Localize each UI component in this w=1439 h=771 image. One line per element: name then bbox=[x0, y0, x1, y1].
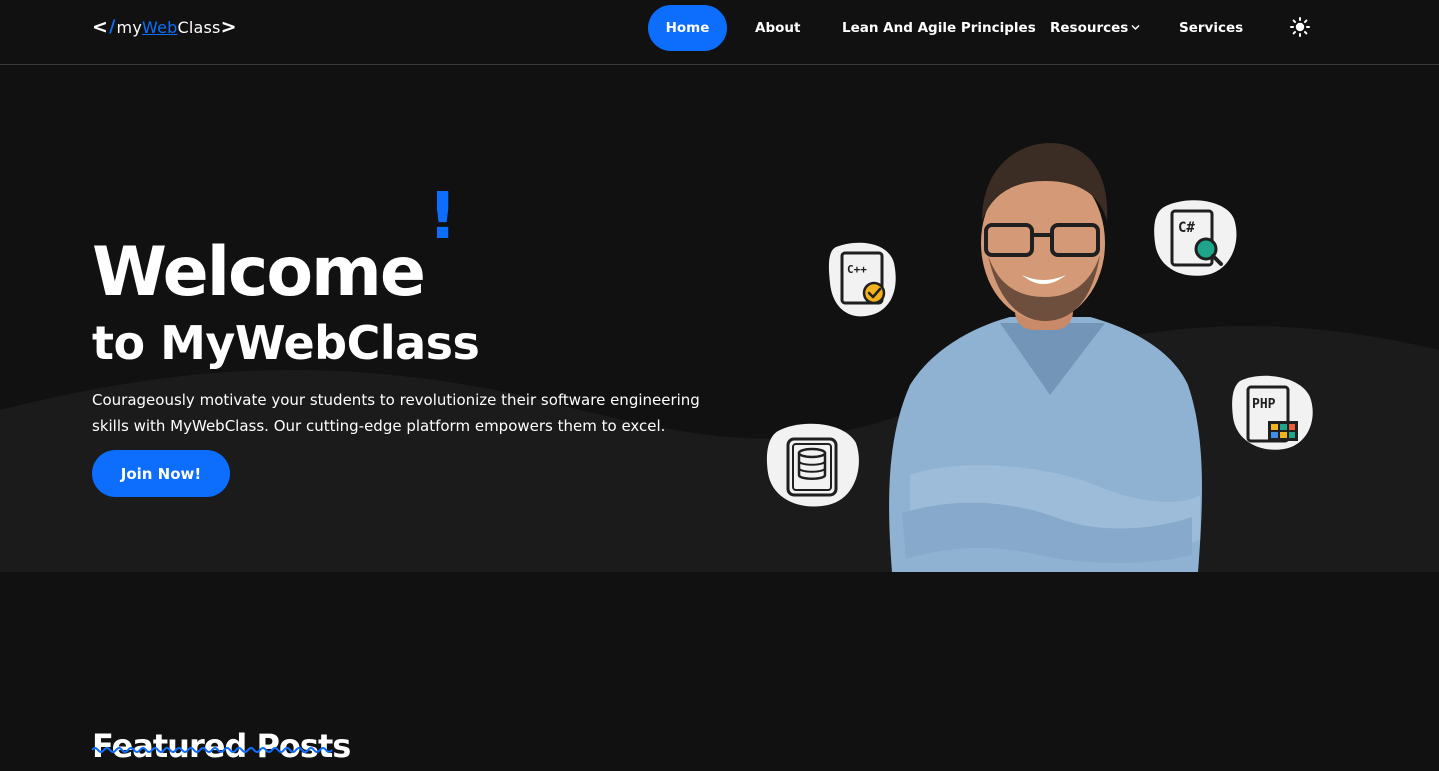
database-icon bbox=[766, 423, 859, 507]
hero-title: Welcome bbox=[92, 232, 426, 312]
logo-text-class: Class bbox=[177, 17, 221, 37]
cpp-file-icon: C++ bbox=[828, 242, 896, 317]
navbar: < / my Web Class > Home About Lean And A… bbox=[0, 0, 1439, 65]
teacher-photo bbox=[889, 143, 1202, 572]
featured-underline-squiggle bbox=[92, 747, 333, 753]
logo-text-my: my bbox=[116, 17, 143, 37]
logo-slash: / bbox=[109, 17, 116, 37]
php-file-icon: PHP bbox=[1232, 375, 1313, 450]
hero-title-accent: ! bbox=[428, 180, 458, 254]
svg-text:C#: C# bbox=[1178, 220, 1195, 236]
sun-icon[interactable] bbox=[1289, 16, 1311, 38]
logo-close-bracket: > bbox=[220, 16, 237, 38]
nav-lean-agile-principles[interactable]: Lean And Agile Principles bbox=[842, 5, 1036, 51]
nav-about[interactable]: About bbox=[755, 5, 800, 51]
hero-subtitle: to MyWebClass bbox=[92, 316, 480, 371]
site-logo[interactable]: < / my Web Class > bbox=[92, 15, 237, 39]
chevron-down-icon bbox=[1131, 25, 1140, 30]
nav-resources[interactable]: Resources bbox=[1050, 5, 1140, 51]
hero-illustration: C++ C# PHP bbox=[766, 143, 1313, 572]
nav-resources-label: Resources bbox=[1050, 20, 1129, 36]
nav-services[interactable]: Services bbox=[1179, 5, 1243, 51]
hero-description: Courageously motivate your students to r… bbox=[92, 391, 700, 435]
hero-section: Welcome ! to MyWebClass Courageously mot… bbox=[0, 65, 1439, 572]
logo-text-web: Web bbox=[142, 17, 178, 37]
svg-text:C++: C++ bbox=[847, 263, 867, 276]
nav-home[interactable]: Home bbox=[648, 5, 727, 51]
join-now-button[interactable]: Join Now! bbox=[92, 450, 230, 497]
svg-text:PHP: PHP bbox=[1252, 397, 1276, 412]
csharp-search-icon: C# bbox=[1154, 200, 1237, 276]
logo-open-bracket: < bbox=[92, 16, 109, 38]
